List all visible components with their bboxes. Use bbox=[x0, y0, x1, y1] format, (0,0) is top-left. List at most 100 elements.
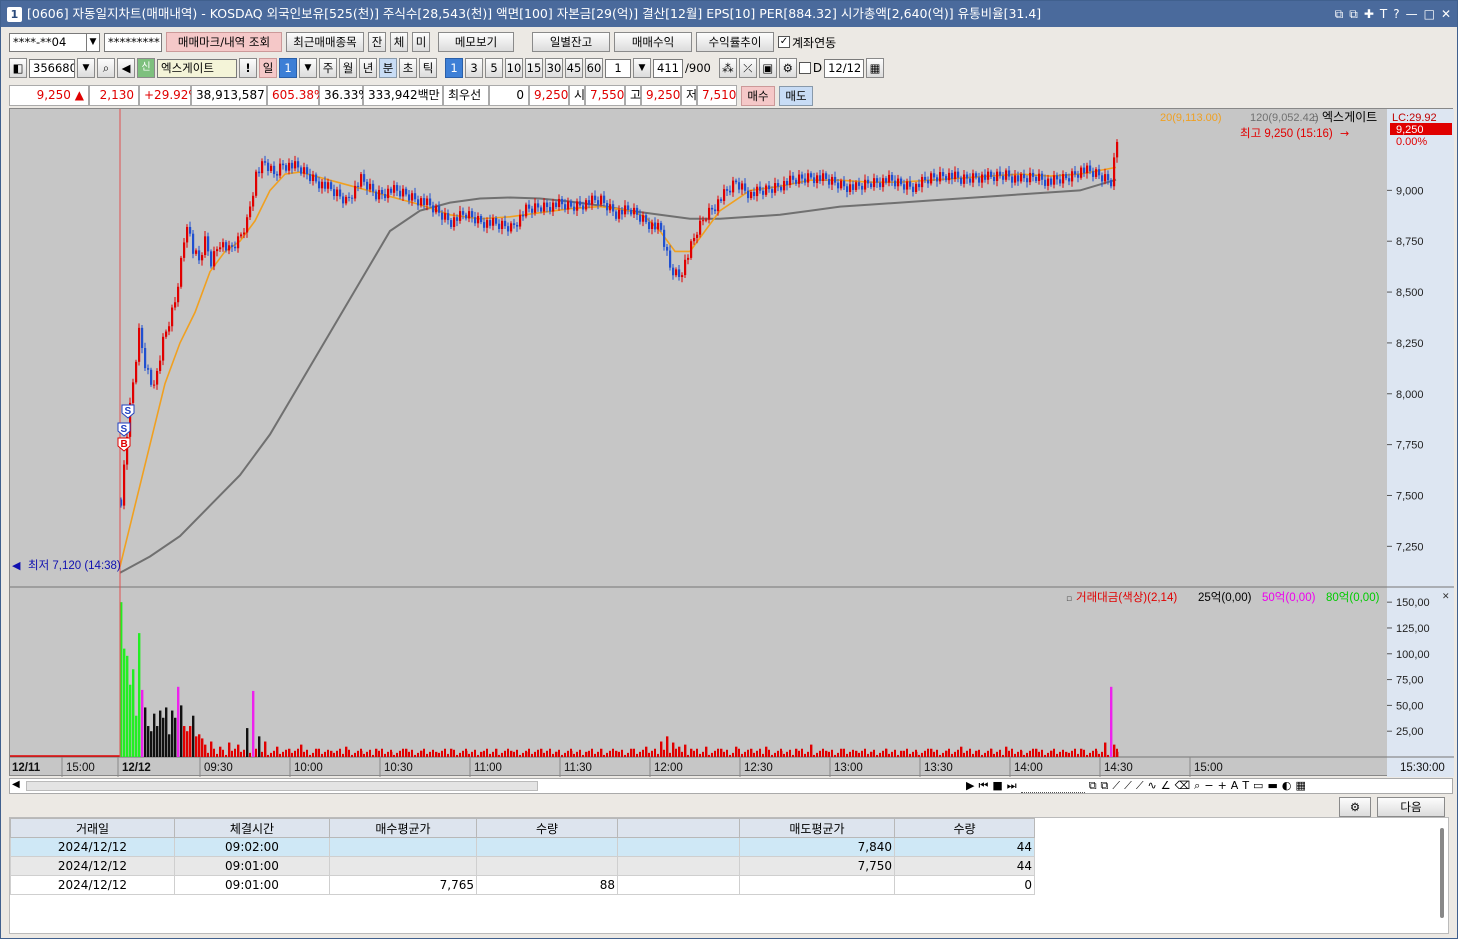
date-field[interactable]: 12/12 bbox=[824, 58, 865, 78]
multiplier-field[interactable]: 1 bbox=[605, 58, 631, 78]
col-buy-avg[interactable]: 매수평균가 bbox=[329, 818, 477, 838]
grid-icon[interactable]: ▦ bbox=[1295, 779, 1305, 793]
balance-button[interactable]: 잔 bbox=[368, 32, 386, 52]
col-sell-qty[interactable]: 수량 bbox=[894, 818, 1035, 838]
unfilled-button[interactable]: 미 bbox=[412, 32, 430, 52]
minute-10-button[interactable]: 10 bbox=[505, 58, 523, 78]
trade-marker[interactable]: S bbox=[121, 424, 128, 435]
account-dropdown-icon[interactable]: ▼ bbox=[86, 32, 100, 52]
period-n-button[interactable]: 1 bbox=[279, 58, 297, 78]
help-icon[interactable]: ? bbox=[1393, 1, 1399, 27]
draw-fib-icon[interactable]: ⟋ bbox=[1136, 779, 1144, 793]
col-exec-time[interactable]: 체결시간 bbox=[174, 818, 330, 838]
play-icon[interactable]: ▶ bbox=[966, 779, 974, 793]
indicator-icon[interactable]: ⁂ bbox=[718, 58, 737, 78]
rect-icon[interactable]: ▭ bbox=[1253, 779, 1263, 793]
zoom-slider[interactable] bbox=[1020, 779, 1085, 793]
price-volume-chart[interactable]: 9,000 8,750 8,500 8,250 8,000 7,750 7,500 7,250… bbox=[10, 109, 1454, 777]
minute-60-button[interactable]: 60 bbox=[585, 58, 603, 78]
minute-3-button[interactable]: 3 bbox=[465, 58, 483, 78]
count-field[interactable]: 411 bbox=[653, 58, 683, 78]
period-daily-button[interactable]: 일 bbox=[259, 58, 277, 78]
rewind-icon[interactable]: ⏮ bbox=[978, 779, 988, 793]
save-icon[interactable]: ▣ bbox=[758, 58, 777, 78]
multiplier-dropdown-icon[interactable]: ▼ bbox=[633, 58, 651, 78]
period-second-button[interactable]: 초 bbox=[399, 58, 417, 78]
trade-marker[interactable]: S bbox=[125, 406, 132, 417]
fast-forward-icon[interactable]: ⏭ bbox=[1007, 779, 1017, 793]
return-trend-button[interactable]: 수익률추이 bbox=[696, 32, 774, 52]
copy-icon[interactable]: ⧉ bbox=[1089, 779, 1097, 793]
minute-15-button[interactable]: 15 bbox=[525, 58, 543, 78]
table-row[interactable]: 2024/12/12 09:02:00 7,840 44 bbox=[10, 837, 1035, 857]
col-blank[interactable] bbox=[617, 818, 740, 838]
minute-5-button[interactable]: 5 bbox=[485, 58, 503, 78]
text-icon[interactable]: T bbox=[1380, 1, 1387, 27]
draw-line-icon[interactable]: ⟋ bbox=[1112, 779, 1120, 793]
fill-icon[interactable]: ▬ bbox=[1267, 779, 1277, 793]
recent-trades-button[interactable]: 최근매매종목 bbox=[286, 32, 364, 52]
pane-close-icon[interactable]: ✕ bbox=[1442, 592, 1450, 602]
period-monthly-button[interactable]: 월 bbox=[339, 58, 357, 78]
col-trade-date[interactable]: 거래일 bbox=[10, 818, 175, 838]
stock-code-field[interactable]: 356680 bbox=[29, 58, 75, 78]
maximize-icon[interactable]: □ bbox=[1424, 1, 1435, 27]
draw-wave-icon[interactable]: ∿ bbox=[1148, 779, 1157, 793]
period-dropdown-icon[interactable]: ▼ bbox=[299, 58, 317, 78]
chart-scrollbar[interactable]: ◀ ▶ ⏮ ■ ⏭ ⧉ ⧉ ⟋ ⟋ ⟋ ∿ ∠ ⌫ ⌕ − + A T ▭ ▬ … bbox=[9, 778, 1453, 794]
minimize-icon[interactable]: — bbox=[1406, 1, 1418, 27]
period-yearly-button[interactable]: 년 bbox=[359, 58, 377, 78]
text-tool-icon[interactable]: T bbox=[1242, 779, 1249, 793]
minute-30-button[interactable]: 30 bbox=[545, 58, 563, 78]
table-row[interactable]: 2024/12/12 09:01:00 7,765 88 0 bbox=[10, 875, 1035, 895]
minute-45-button[interactable]: 45 bbox=[565, 58, 583, 78]
period-minute-button[interactable]: 분 bbox=[379, 58, 397, 78]
crosshair-icon[interactable]: ⤫ bbox=[738, 58, 757, 78]
stock-name-field[interactable]: 엑스게이트 bbox=[157, 58, 237, 78]
restore-icon[interactable]: ⧉ bbox=[1335, 1, 1344, 27]
trade-profit-button[interactable]: 매매수익 bbox=[614, 32, 692, 52]
account-link-toggle[interactable]: ✓ 계좌연동 bbox=[778, 34, 836, 51]
close-icon[interactable]: ✕ bbox=[1441, 1, 1451, 27]
col-buy-qty[interactable]: 수량 bbox=[476, 818, 618, 838]
search-icon[interactable]: ⌕ bbox=[97, 58, 115, 78]
trade-mark-query-button[interactable]: 매매마크/내역 조회 bbox=[166, 32, 282, 52]
eraser-icon[interactable]: ⌫ bbox=[1175, 779, 1191, 793]
buy-button[interactable]: 매수 bbox=[741, 85, 775, 106]
sell-button[interactable]: 매도 bbox=[779, 85, 813, 106]
font-icon[interactable]: A bbox=[1231, 779, 1239, 793]
checkbox-checked-icon[interactable]: ✓ bbox=[778, 36, 790, 48]
pin-icon[interactable]: ✚ bbox=[1364, 1, 1374, 27]
executed-button[interactable]: 체 bbox=[390, 32, 408, 52]
code-dropdown-icon[interactable]: ▼ bbox=[77, 58, 95, 78]
zoom-icon[interactable]: ⌕ bbox=[1194, 779, 1200, 793]
next-button[interactable]: 다음 bbox=[1377, 797, 1445, 817]
settings-gear-icon[interactable]: ⚙ bbox=[1339, 797, 1371, 817]
chart-area[interactable]: 9,000 8,750 8,500 8,250 8,000 7,750 7,500 7,250… bbox=[9, 108, 1454, 777]
cascade-icon[interactable]: ⧉ bbox=[1349, 1, 1358, 27]
daily-balance-button[interactable]: 일별잔고 bbox=[532, 32, 610, 52]
scroll-left-icon[interactable]: ◀ bbox=[12, 779, 20, 790]
password-field[interactable]: ********* bbox=[104, 32, 162, 52]
table-row[interactable]: 2024/12/12 09:01:00 7,750 44 bbox=[10, 856, 1035, 876]
duplicate-icon[interactable]: ⧉ bbox=[1101, 779, 1109, 793]
draw-trend-icon[interactable]: ⟋ bbox=[1124, 779, 1132, 793]
circle-icon[interactable]: ◐ bbox=[1282, 779, 1292, 793]
scroll-thumb[interactable] bbox=[26, 781, 538, 791]
stop-icon[interactable]: ■ bbox=[992, 779, 1002, 793]
calendar-icon[interactable]: ▦ bbox=[866, 58, 885, 78]
grid-scrollbar[interactable] bbox=[1440, 828, 1444, 918]
zoom-out-icon[interactable]: − bbox=[1204, 779, 1213, 793]
minute-1-button[interactable]: 1 bbox=[445, 58, 463, 78]
period-tick-button[interactable]: 틱 bbox=[419, 58, 437, 78]
col-sell-avg[interactable]: 매도평균가 bbox=[739, 818, 895, 838]
memo-button[interactable]: 메모보기 bbox=[438, 32, 514, 52]
draw-angle-icon[interactable]: ∠ bbox=[1161, 779, 1171, 793]
period-weekly-button[interactable]: 주 bbox=[319, 58, 337, 78]
d-checkbox[interactable] bbox=[798, 62, 811, 74]
account-field[interactable]: ****-**04 bbox=[9, 32, 87, 52]
speaker-icon[interactable]: ◀ bbox=[117, 58, 135, 78]
alert-icon[interactable]: ! bbox=[239, 58, 257, 78]
zoom-in-icon[interactable]: + bbox=[1218, 779, 1227, 793]
layout-icon[interactable]: ◧ bbox=[9, 58, 27, 78]
